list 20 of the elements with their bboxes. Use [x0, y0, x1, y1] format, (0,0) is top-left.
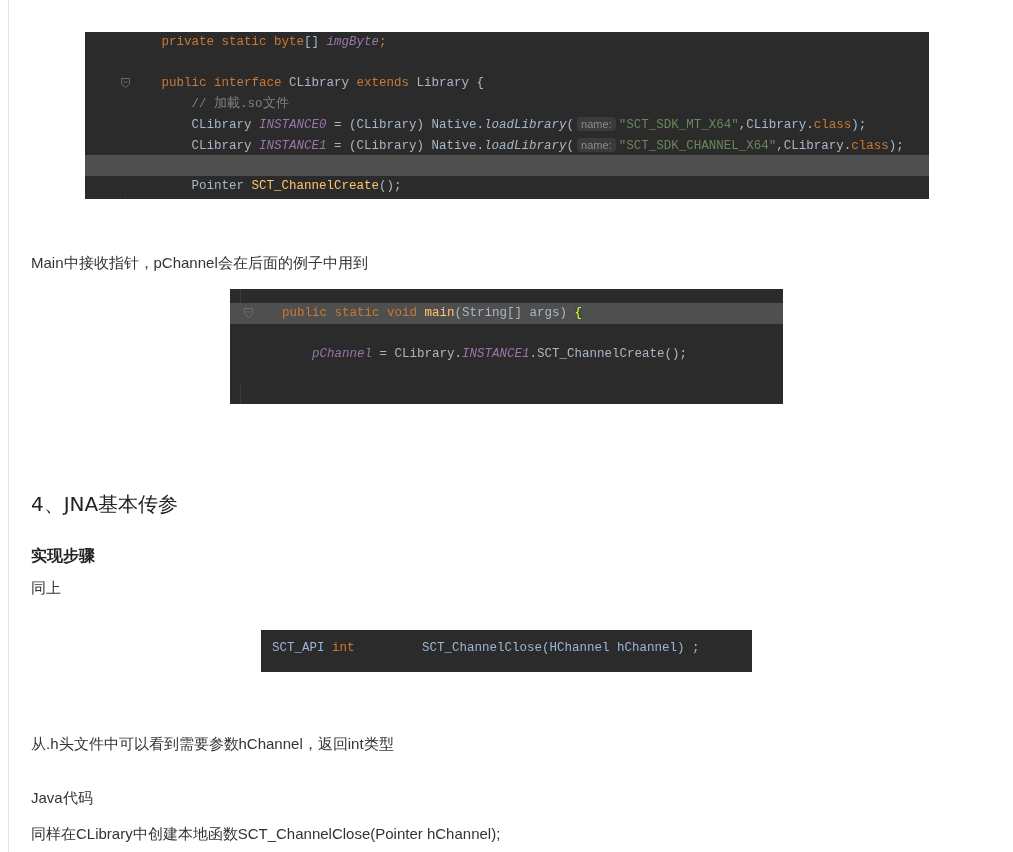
section-heading: 4、JNA基本传参: [31, 491, 179, 518]
code-line: CLibrary INSTANCE0 = (CLibrary) Native.loadLibrary( name: "SCT_SDK_MT_X64",CLibrary.class);: [190, 116, 867, 134]
fold-icon[interactable]: [120, 78, 130, 88]
paragraph: 同上: [31, 578, 61, 598]
code-line: // 加載.so文件: [190, 95, 289, 113]
code-line: CLibrary INSTANCE1 = (CLibrary) Native.loadLibrary( name: "SCT_SDK_CHANNEL_X64",CLibrary.class);: [190, 136, 904, 155]
parameter-hint: name:: [577, 117, 616, 131]
code-line: Pointer SCT_ChannelCreate();: [190, 177, 402, 195]
paragraph: 从.h头文件中可以看到需要参数hChannel，返回int类型: [31, 733, 394, 754]
paragraph: Main中接收指针，pChannel会在后面的例子中用到: [31, 253, 368, 273]
parameter-hint: name:: [577, 137, 616, 152]
fold-icon[interactable]: [244, 308, 253, 318]
paragraph: Java代码: [31, 787, 93, 808]
code-line: public interface CLibrary extends Library {: [161, 75, 485, 92]
code-line: private static byte[] imgByte;: [161, 34, 387, 51]
subsection-heading: 实现步骤: [31, 545, 95, 567]
code-line: pChannel = CLibrary.INSTANCE1.SCT_ChannelCreate();: [311, 346, 688, 363]
code-line: SCT_API int SCT_ChannelClose(HChannel hChannel) ;: [272, 640, 700, 657]
code-line: public static void main(String[] args) {: [282, 305, 583, 322]
paragraph: 同样在CLibrary中创建本地函数SCT_ChannelClose(Pointer hChannel);: [31, 823, 501, 844]
